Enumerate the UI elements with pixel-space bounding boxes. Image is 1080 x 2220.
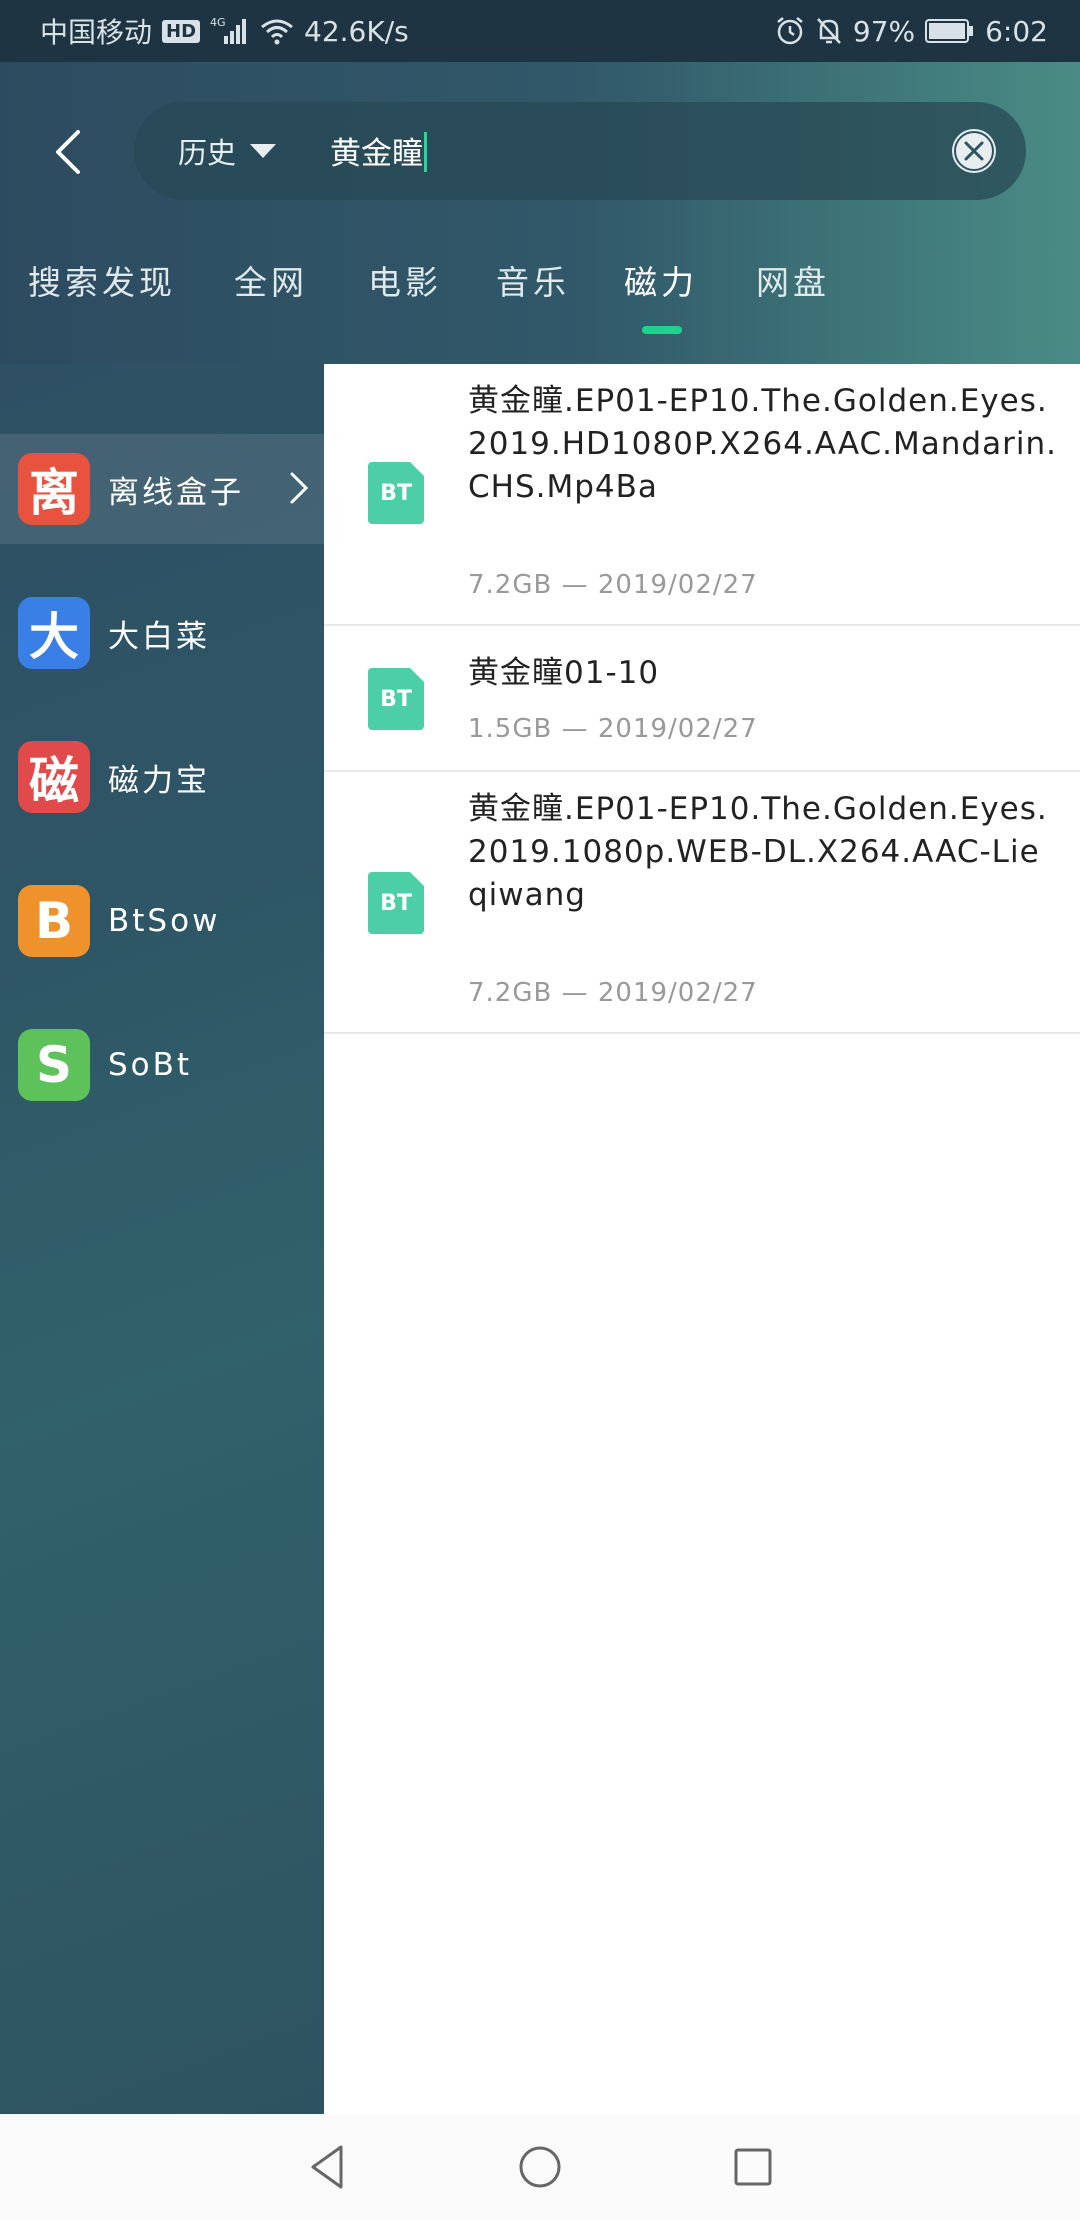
result-meta: 7.2GB — 2019/02/27 <box>468 570 758 600</box>
system-nav-bar <box>0 2114 1080 2220</box>
carrier-name: 中国移动 <box>40 16 153 49</box>
history-label: 历史 <box>178 136 237 170</box>
status-bar: 中国移动 HD 4G 42.6K/s 97% 6:02 <box>0 0 1080 62</box>
alarm-icon <box>775 16 805 46</box>
battery-icon <box>925 18 975 44</box>
nav-back-icon[interactable] <box>307 2143 347 2191</box>
status-right: 97% 6:02 <box>775 15 1048 48</box>
chevron-right-icon <box>290 472 309 504</box>
sidebar-item-cilibao[interactable]: 磁 磁力宝 <box>0 722 324 832</box>
search-box: 历史 <box>134 102 1026 200</box>
tab-music[interactable]: 音乐 <box>496 256 570 304</box>
bt-file-icon: BT <box>368 668 424 730</box>
result-title: 黄金瞳.EP01-EP10.The.Golden.Eyes.2019.1080p… <box>468 791 1048 913</box>
network-speed: 42.6K/s <box>304 14 409 48</box>
result-title: 黄金瞳.EP01-EP10.The.Golden.Eyes.2019.HD108… <box>468 383 1057 505</box>
list-item[interactable]: BT 黄金瞳.EP01-EP10.The.Golden.Eyes.2019.10… <box>324 772 1080 1034</box>
text-cursor <box>424 132 427 172</box>
sidebar-item-offline-box[interactable]: 离 离线盒子 <box>0 434 324 544</box>
sidebar-item-label: 磁力宝 <box>108 762 210 799</box>
chevron-left-icon <box>56 130 80 174</box>
bell-mute-icon <box>815 16 843 46</box>
sidebar-item-btsow[interactable]: B BtSow <box>0 866 324 976</box>
tab-movies[interactable]: 电影 <box>368 256 442 304</box>
result-meta: 1.5GB — 2019/02/27 <box>468 714 758 744</box>
caret-down-icon <box>250 144 277 158</box>
sidebar-item-dabaicai[interactable]: 大 大白菜 <box>0 578 324 688</box>
nav-home-icon[interactable] <box>517 2144 563 2190</box>
clock-time: 6:02 <box>985 14 1048 48</box>
app-screen: 中国移动 HD 4G 42.6K/s 97% 6:02 历史 黄金瞳 搜索发现 … <box>0 0 1080 2220</box>
signal-icon: 4G <box>210 16 250 46</box>
tab-all-web[interactable]: 全网 <box>234 256 308 304</box>
search-row: 历史 <box>0 102 1080 200</box>
battery-percent: 97% <box>852 14 916 48</box>
history-dropdown[interactable]: 历史 <box>178 130 277 172</box>
bt-file-icon: BT <box>368 872 424 934</box>
status-left: 中国移动 HD 4G 42.6K/s <box>40 11 409 51</box>
sidebar-item-label: BtSow <box>108 903 221 939</box>
clear-search-button[interactable] <box>952 129 996 173</box>
sidebar-item-label: SoBt <box>108 1047 193 1083</box>
sidebar-item-label: 离线盒子 <box>108 474 244 511</box>
nav-recents-icon[interactable] <box>733 2147 773 2187</box>
tab-netdisk[interactable]: 网盘 <box>756 256 830 304</box>
category-tabs: 搜索发现 全网 电影 音乐 磁力 网盘 <box>0 250 1080 334</box>
sobt-icon: S <box>18 1029 90 1101</box>
list-item[interactable]: BT 黄金瞳01-10 1.5GB — 2019/02/27 <box>324 626 1080 772</box>
active-tab-indicator <box>642 326 682 334</box>
search-input[interactable] <box>330 124 890 176</box>
list-item[interactable]: BT 黄金瞳.EP01-EP10.The.Golden.Eyes.2019.HD… <box>324 364 1080 626</box>
sidebar-item-label: 大白菜 <box>108 618 210 655</box>
network-type-label: 4G <box>210 16 226 29</box>
btsow-icon: B <box>18 885 90 957</box>
dabaicai-icon: 大 <box>18 597 90 669</box>
bt-file-icon: BT <box>368 462 424 524</box>
tab-magnet[interactable]: 磁力 <box>624 256 698 304</box>
close-icon <box>954 131 994 171</box>
back-button[interactable] <box>48 128 88 176</box>
results-list: BT 黄金瞳.EP01-EP10.The.Golden.Eyes.2019.HD… <box>324 364 1080 2114</box>
tab-search-discover[interactable]: 搜索发现 <box>28 256 176 304</box>
sidebar-item-sobt[interactable]: S SoBt <box>0 1010 324 1120</box>
wifi-icon <box>260 17 294 45</box>
engine-sidebar: 离 离线盒子 大 大白菜 磁 磁力宝 B BtSow S SoBt <box>0 364 324 2114</box>
result-meta: 7.2GB — 2019/02/27 <box>468 978 758 1008</box>
cilibao-icon: 磁 <box>18 741 90 813</box>
result-title: 黄金瞳01-10 <box>468 655 660 691</box>
hd-badge: HD <box>162 19 201 43</box>
offline-box-icon: 离 <box>18 453 90 525</box>
